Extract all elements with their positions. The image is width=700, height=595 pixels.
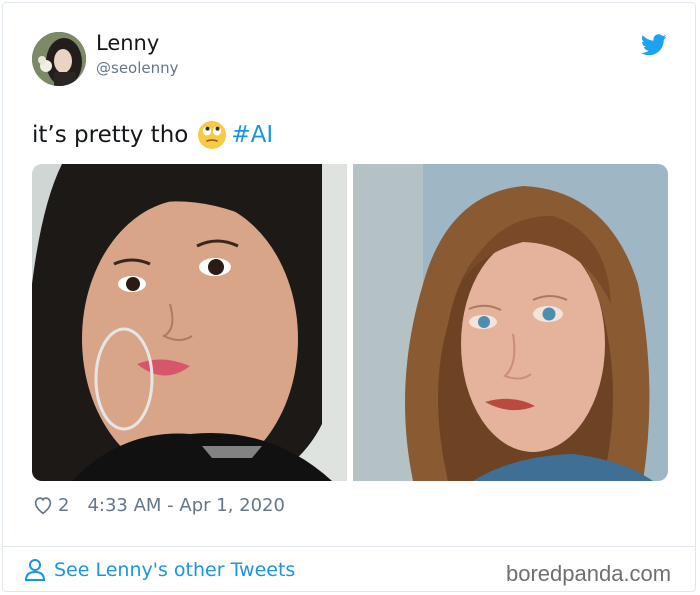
watermark: boredpanda.com	[506, 561, 672, 586]
see-other-tweets-label[interactable]: See Lenny's other Tweets	[54, 559, 295, 581]
person-icon	[24, 559, 46, 581]
twitter-bird-icon[interactable]	[641, 34, 667, 56]
tweet-meta: 2 4:33 AM - Apr 1, 2020	[32, 494, 285, 516]
avatar[interactable]	[32, 32, 86, 86]
tweet-body: it’s pretty tho	[32, 122, 189, 148]
see-other-tweets-link[interactable]: See Lenny's other Tweets	[24, 558, 295, 582]
heart-icon[interactable]	[32, 494, 54, 516]
tweet-text: it’s pretty tho #AI	[32, 120, 273, 150]
author-handle[interactable]: @seolenny	[96, 59, 179, 77]
divider	[2, 546, 696, 547]
author-name[interactable]: Lenny	[96, 31, 159, 55]
tweet-timestamp[interactable]: 4:33 AM - Apr 1, 2020	[87, 495, 285, 516]
tweet-photo-2[interactable]	[353, 164, 668, 481]
tweet-photo-1[interactable]	[32, 164, 347, 481]
face-with-rolling-eyes-icon	[198, 121, 227, 149]
hashtag-link[interactable]: #AI	[231, 122, 273, 148]
like-count[interactable]: 2	[58, 495, 69, 516]
